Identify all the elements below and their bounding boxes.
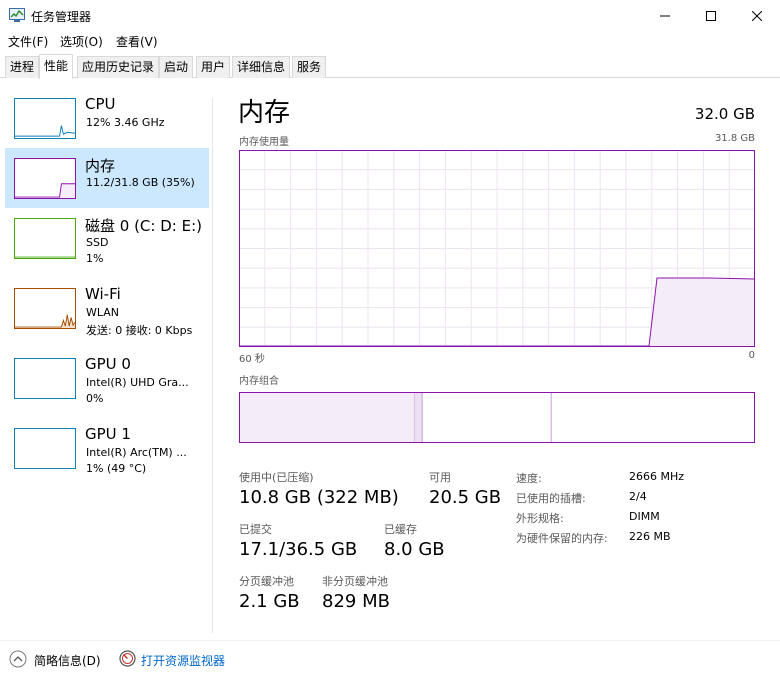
sidebar-item-label: GPU 0 [85, 355, 131, 373]
sidebar-item-label: Wi-Fi [85, 285, 121, 303]
available-label: 可用 [429, 471, 451, 484]
form-factor-value: DIMM [629, 510, 660, 523]
memory-composition-bar [239, 392, 755, 443]
composition-in-use [239, 392, 415, 443]
hardware-reserved-label: 为硬件保留的内存: [516, 532, 608, 545]
menu-bar: 文件(F) 选项(O) 查看(V) [0, 31, 780, 51]
hardware-reserved-value: 226 MB [629, 530, 671, 543]
sidebar-item-detail: 发送: 0 接收: 0 Kbps [86, 324, 193, 337]
close-button[interactable] [734, 0, 780, 31]
window-title: 任务管理器 [31, 10, 92, 24]
sidebar-item-disk[interactable]: 磁盘 0 (C: D: E:) SSD 1% [5, 208, 209, 268]
sidebar-divider [212, 98, 213, 633]
cpu-thumbnail-graph [14, 98, 76, 139]
sidebar-item-label: GPU 1 [85, 425, 131, 443]
speed-value: 2666 MHz [629, 470, 685, 483]
form-factor-label: 外形规格: [516, 512, 564, 525]
footer-separator [0, 640, 780, 641]
minimize-button[interactable] [642, 0, 688, 31]
tab-startup[interactable]: 启动 [159, 56, 194, 78]
sidebar-item-detail: 12% 3.46 GHz [86, 116, 165, 129]
usage-graph-label: 内存使用量 [239, 137, 289, 148]
sidebar-item-detail: Intel(R) Arc(TM) ... [86, 446, 187, 459]
sidebar-item-memory[interactable]: 内存 11.2/31.8 GB (35%) [5, 148, 209, 208]
resource-monitor-icon [119, 650, 136, 667]
minimize-icon [660, 15, 670, 16]
tab-app-history[interactable]: 应用历史记录 [77, 56, 160, 78]
open-resource-monitor-link[interactable]: 打开资源监视器 [141, 652, 225, 669]
tab-users[interactable]: 用户 [196, 56, 231, 78]
sidebar-item-label: 内存 [85, 157, 116, 175]
sidebar-item-cpu[interactable]: CPU 12% 3.46 GHz [5, 88, 209, 148]
usage-graph-max: 31.8 GB [714, 133, 755, 144]
memory-usage-graph [239, 150, 755, 347]
cached-label: 已缓存 [384, 523, 417, 536]
tab-processes[interactable]: 进程 [5, 56, 40, 78]
speed-label: 速度: [516, 472, 542, 485]
slots-label: 已使用的插槽: [516, 492, 586, 505]
sidebar-item-detail: 11.2/31.8 GB (35%) [86, 176, 195, 189]
sidebar-item-wifi[interactable]: Wi-Fi WLAN 发送: 0 接收: 0 Kbps [5, 278, 209, 338]
fewer-details-link[interactable]: 简略信息(D) [34, 652, 101, 669]
usage-axis-end: 0 [748, 350, 755, 361]
memory-thumbnail-graph [14, 158, 76, 199]
tab-details[interactable]: 详细信息 [232, 56, 291, 78]
in-use-value: 10.8 GB (322 MB) [239, 487, 399, 508]
sidebar-item-detail: 1% (49 °C) [86, 462, 147, 475]
memory-total: 32.0 GB [694, 105, 755, 123]
disk-thumbnail-graph [14, 218, 76, 259]
available-value: 20.5 GB [429, 487, 502, 508]
chevron-up-icon[interactable] [9, 650, 27, 668]
wifi-thumbnail-graph [14, 288, 76, 329]
cached-value: 8.0 GB [384, 539, 445, 560]
paged-pool-value: 2.1 GB [239, 591, 300, 612]
sidebar-item-label: 磁盘 0 (C: D: E:) [85, 217, 202, 235]
sidebar-item-detail: SSD [86, 236, 109, 249]
nonpaged-pool-label: 非分页缓冲池 [322, 575, 388, 588]
committed-label: 已提交 [239, 523, 272, 536]
sidebar-item-gpu1[interactable]: GPU 1 Intel(R) Arc(TM) ... 1% (49 °C) [5, 418, 209, 478]
page-title: 内存 [238, 98, 291, 128]
nonpaged-pool-value: 829 MB [322, 591, 390, 612]
menu-view[interactable]: 查看(V) [116, 33, 158, 50]
menu-file[interactable]: 文件(F) [8, 33, 48, 50]
composition-modified [414, 392, 423, 443]
gpu0-thumbnail-graph [14, 358, 76, 399]
sidebar-item-gpu0[interactable]: GPU 0 Intel(R) UHD Gra... 0% [5, 348, 209, 408]
composition-label: 内存组合 [239, 376, 279, 387]
sidebar-item-detail: 0% [86, 392, 104, 405]
resource-sidebar: CPU 12% 3.46 GHz 内存 11.2/31.8 GB (35%) 磁… [0, 88, 212, 633]
maximize-button[interactable] [688, 0, 734, 31]
in-use-label: 使用中(已压缩) [239, 471, 314, 484]
tab-strip: 进程 性能 应用历史记录 启动 用户 详细信息 服务 [0, 54, 780, 79]
tab-services[interactable]: 服务 [292, 56, 327, 78]
maximize-icon [706, 10, 716, 21]
close-icon [752, 10, 762, 21]
usage-axis-start: 60 秒 [239, 354, 265, 365]
sidebar-item-label: CPU [85, 95, 116, 113]
sidebar-item-detail: WLAN [86, 306, 120, 319]
slots-value: 2/4 [629, 490, 647, 503]
sidebar-item-detail: 1% [86, 252, 104, 265]
menu-options[interactable]: 选项(O) [60, 33, 103, 50]
usage-graph-fill [649, 278, 755, 347]
committed-value: 17.1/36.5 GB [239, 539, 358, 560]
sidebar-item-detail: Intel(R) UHD Gra... [86, 376, 189, 389]
tab-performance[interactable]: 性能 [39, 54, 74, 79]
paged-pool-label: 分页缓冲池 [239, 575, 294, 588]
gpu1-thumbnail-graph [14, 428, 76, 469]
task-manager-icon [9, 8, 25, 22]
